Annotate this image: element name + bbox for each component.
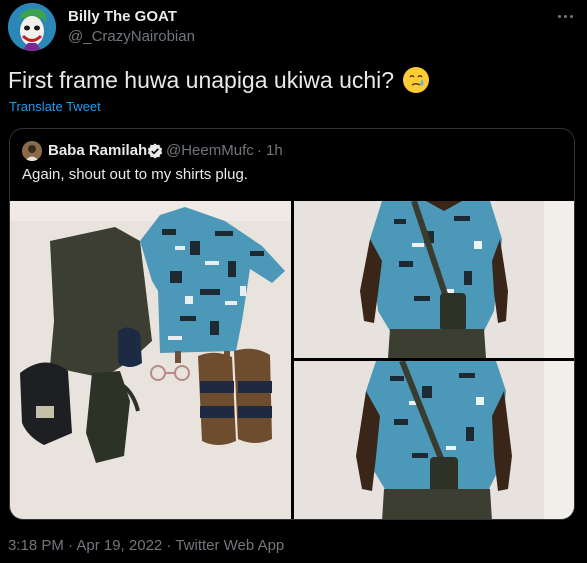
outfit-flatlay-photo[interactable] <box>10 201 291 519</box>
tweet-body: First frame huwa unapiga ukiwa uchi? <box>8 66 430 94</box>
author-avatar[interactable] <box>8 3 56 51</box>
face-holding-back-tears-icon <box>403 67 430 93</box>
quoted-text: Again, shout out to my shirts plug. <box>22 166 248 183</box>
author-name[interactable]: Billy The GOAT <box>68 8 177 25</box>
quoted-separator: · <box>257 142 262 159</box>
verified-badge-icon <box>147 143 163 159</box>
quoted-author-name: Baba Ramilah <box>48 142 148 159</box>
quoted-tweet[interactable]: Baba Ramilah @HeemMufc · 1h Again, shout… <box>9 128 575 520</box>
outfit-worn-photo-front[interactable] <box>294 201 574 358</box>
tweet-timestamp[interactable]: 3:18 PM · Apr 19, 2022 · Twitter Web App <box>8 537 284 554</box>
outfit-worn-photo-full[interactable] <box>294 361 574 519</box>
quoted-time: 1h <box>266 142 283 159</box>
joker-avatar-image <box>8 3 56 51</box>
tweet-text: First frame huwa unapiga ukiwa uchi? <box>8 66 395 93</box>
translate-tweet-link[interactable]: Translate Tweet <box>9 99 101 114</box>
quoted-author-handle: @HeemMufc <box>166 142 254 159</box>
quoted-author-avatar[interactable] <box>22 141 42 161</box>
more-options-icon[interactable] <box>553 6 577 26</box>
author-handle[interactable]: @_CrazyNairobian <box>68 28 195 45</box>
